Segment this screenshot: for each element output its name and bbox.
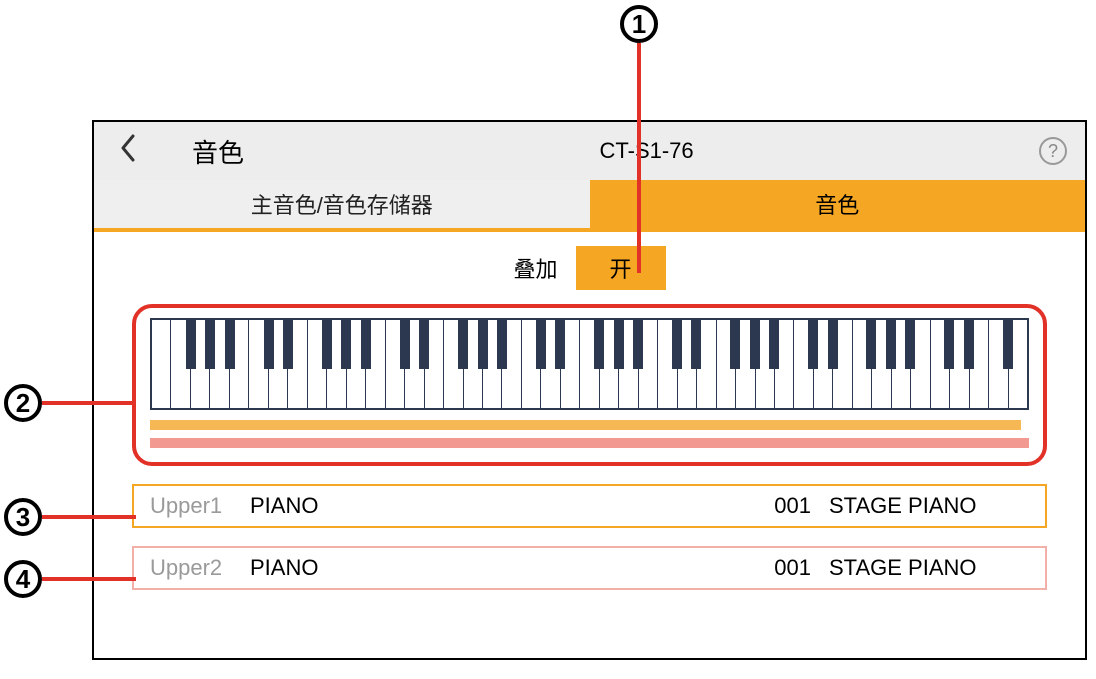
tab-tone[interactable]: 音色 — [590, 180, 1086, 228]
tone-number: 001 — [737, 493, 811, 519]
callout-line-4 — [42, 577, 136, 581]
back-button[interactable] — [104, 134, 152, 169]
upper2-range-bar — [150, 438, 1029, 448]
model-label: CT-S1-76 — [600, 138, 694, 164]
tab-bar: 主音色/音色存储器 音色 — [94, 180, 1085, 232]
keyboard-section — [132, 304, 1047, 466]
tone-category: PIANO — [250, 555, 737, 581]
tone-name: STAGE PIANO — [829, 493, 1029, 519]
callout-line-1 — [637, 43, 641, 273]
app-window: 音色 CT-S1-76 ? 主音色/音色存储器 音色 叠加 开 Upper1 P… — [92, 120, 1087, 660]
keyboard-diagram — [150, 318, 1029, 410]
callout-2: 2 — [4, 384, 42, 422]
callout-1: 1 — [620, 5, 658, 43]
upper1-range-bar — [150, 420, 1021, 430]
chevron-left-icon — [119, 134, 137, 162]
help-button[interactable]: ? — [1039, 137, 1067, 165]
tone-row-upper2[interactable]: Upper2 PIANO 001 STAGE PIANO — [132, 546, 1047, 590]
callout-4: 4 — [4, 560, 42, 598]
callout-line-3 — [42, 515, 136, 519]
layer-row: 叠加 开 — [94, 232, 1085, 304]
layer-toggle[interactable]: 开 — [576, 246, 666, 290]
tab-main-tone[interactable]: 主音色/音色存储器 — [94, 180, 590, 228]
callout-line-2 — [42, 401, 136, 405]
help-icon: ? — [1048, 141, 1058, 162]
tone-category: PIANO — [250, 493, 737, 519]
part-label: Upper2 — [150, 555, 250, 581]
tone-name: STAGE PIANO — [829, 555, 1029, 581]
layer-range-bars — [150, 420, 1029, 448]
tone-row-upper1[interactable]: Upper1 PIANO 001 STAGE PIANO — [132, 484, 1047, 528]
page-title: 音色 — [192, 133, 244, 170]
callout-3: 3 — [4, 498, 42, 536]
layer-label: 叠加 — [513, 252, 557, 284]
part-label: Upper1 — [150, 493, 250, 519]
tone-number: 001 — [737, 555, 811, 581]
header-bar: 音色 CT-S1-76 ? — [94, 122, 1085, 180]
tone-rows: Upper1 PIANO 001 STAGE PIANO Upper2 PIAN… — [132, 484, 1047, 590]
